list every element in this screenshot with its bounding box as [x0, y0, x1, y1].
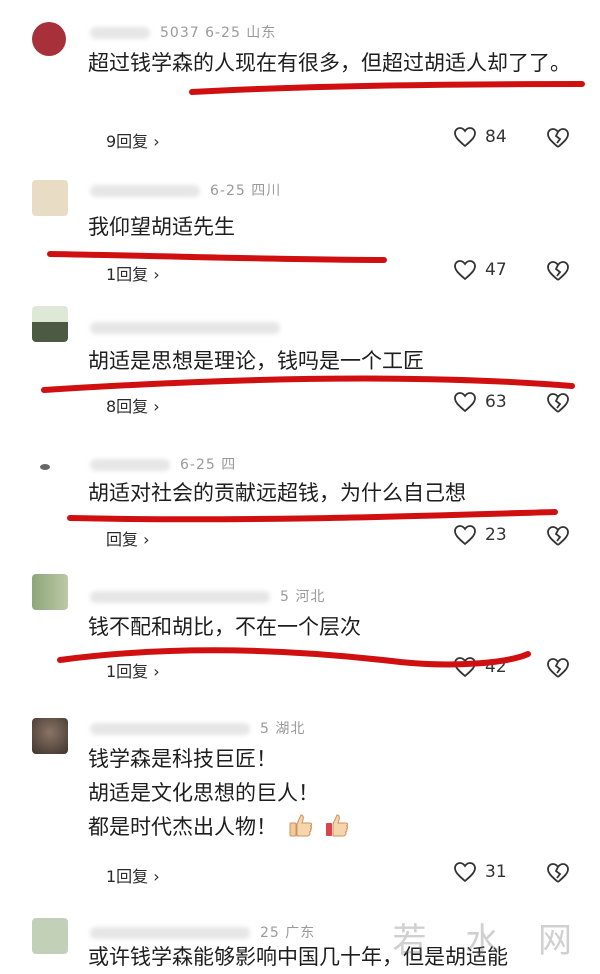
heart-icon	[454, 127, 476, 148]
thumbs-up-icon	[326, 814, 349, 837]
avatar[interactable]	[32, 448, 68, 484]
avatar[interactable]	[32, 918, 68, 954]
comment-meta: 5037 6-25 山东	[90, 22, 276, 42]
like-button[interactable]: 23	[453, 524, 507, 546]
like-count: 47	[485, 260, 507, 280]
heart-icon	[454, 260, 476, 281]
heart-icon	[454, 392, 476, 413]
replies-link[interactable]: 9回复 ›	[106, 128, 160, 152]
comment-meta: 25 广东	[90, 922, 315, 942]
comment-meta: 5 河北	[90, 586, 325, 606]
like-button[interactable]: 63	[453, 391, 507, 413]
red-underline-1	[189, 81, 585, 95]
avatar[interactable]	[32, 574, 68, 610]
like-count: 63	[485, 392, 507, 412]
broken-heart-icon[interactable]	[545, 657, 571, 679]
comment-meta	[90, 320, 290, 336]
replies-link[interactable]: 1回复 ›	[106, 658, 160, 682]
avatar-mark	[40, 464, 50, 470]
comment-line-2: 胡适是文化思想的巨人！	[88, 781, 319, 805]
replies-link[interactable]: 1回复 ›	[106, 863, 160, 887]
comment-meta: 6-25 四	[90, 454, 236, 474]
like-count: 31	[485, 862, 507, 882]
watermark: 若 水 网	[392, 921, 586, 961]
heart-icon	[454, 657, 476, 678]
replies-link[interactable]: 回复 ›	[106, 526, 150, 550]
heart-icon	[454, 525, 476, 546]
heart-icon	[454, 862, 476, 883]
like-button[interactable]: 42	[453, 656, 507, 678]
broken-heart-icon[interactable]	[545, 392, 571, 414]
comment-text: 胡适是思想是理论，钱吗是一个工匠	[88, 349, 424, 373]
broken-heart-icon[interactable]	[545, 127, 571, 149]
red-underline-3	[41, 375, 575, 393]
like-button[interactable]: 84	[453, 126, 507, 148]
comment-meta: 6-25 四川	[90, 180, 281, 200]
like-button[interactable]: 31	[453, 861, 507, 883]
comment-text: 我仰望胡适先生	[88, 215, 235, 239]
avatar[interactable]	[32, 718, 68, 754]
broken-heart-icon[interactable]	[545, 862, 571, 884]
avatar[interactable]	[32, 180, 68, 216]
avatar[interactable]	[32, 22, 66, 56]
red-underline-4	[67, 509, 558, 523]
comment-meta: 5 湖北	[90, 718, 305, 738]
replies-link[interactable]: 8回复 ›	[106, 393, 160, 417]
comment-line-3: 都是时代杰出人物！	[88, 815, 277, 839]
red-underline-2	[47, 251, 387, 263]
thumbs-up-icon	[289, 814, 312, 837]
broken-heart-icon[interactable]	[545, 525, 571, 547]
comment-text: 钱不配和胡比，不在一个层次	[88, 615, 361, 639]
like-count: 84	[485, 127, 507, 147]
comment-text: 胡适对社会的贡献远超钱，为什么自己想	[88, 481, 466, 505]
avatar[interactable]	[32, 306, 68, 342]
comment-line-1: 钱学森是科技巨匠！	[88, 747, 277, 771]
comment-text: 钱学森是科技巨匠！ 胡适是文化思想的巨人！ 都是时代杰出人物！	[88, 742, 578, 844]
like-count: 23	[485, 525, 507, 545]
like-button[interactable]: 47	[453, 259, 507, 281]
replies-link[interactable]: 1回复 ›	[106, 261, 160, 285]
like-count: 42	[485, 657, 507, 677]
comment-text: 超过钱学森的人现在有很多，但超过胡适人却了了。	[88, 51, 571, 75]
broken-heart-icon[interactable]	[545, 260, 571, 282]
